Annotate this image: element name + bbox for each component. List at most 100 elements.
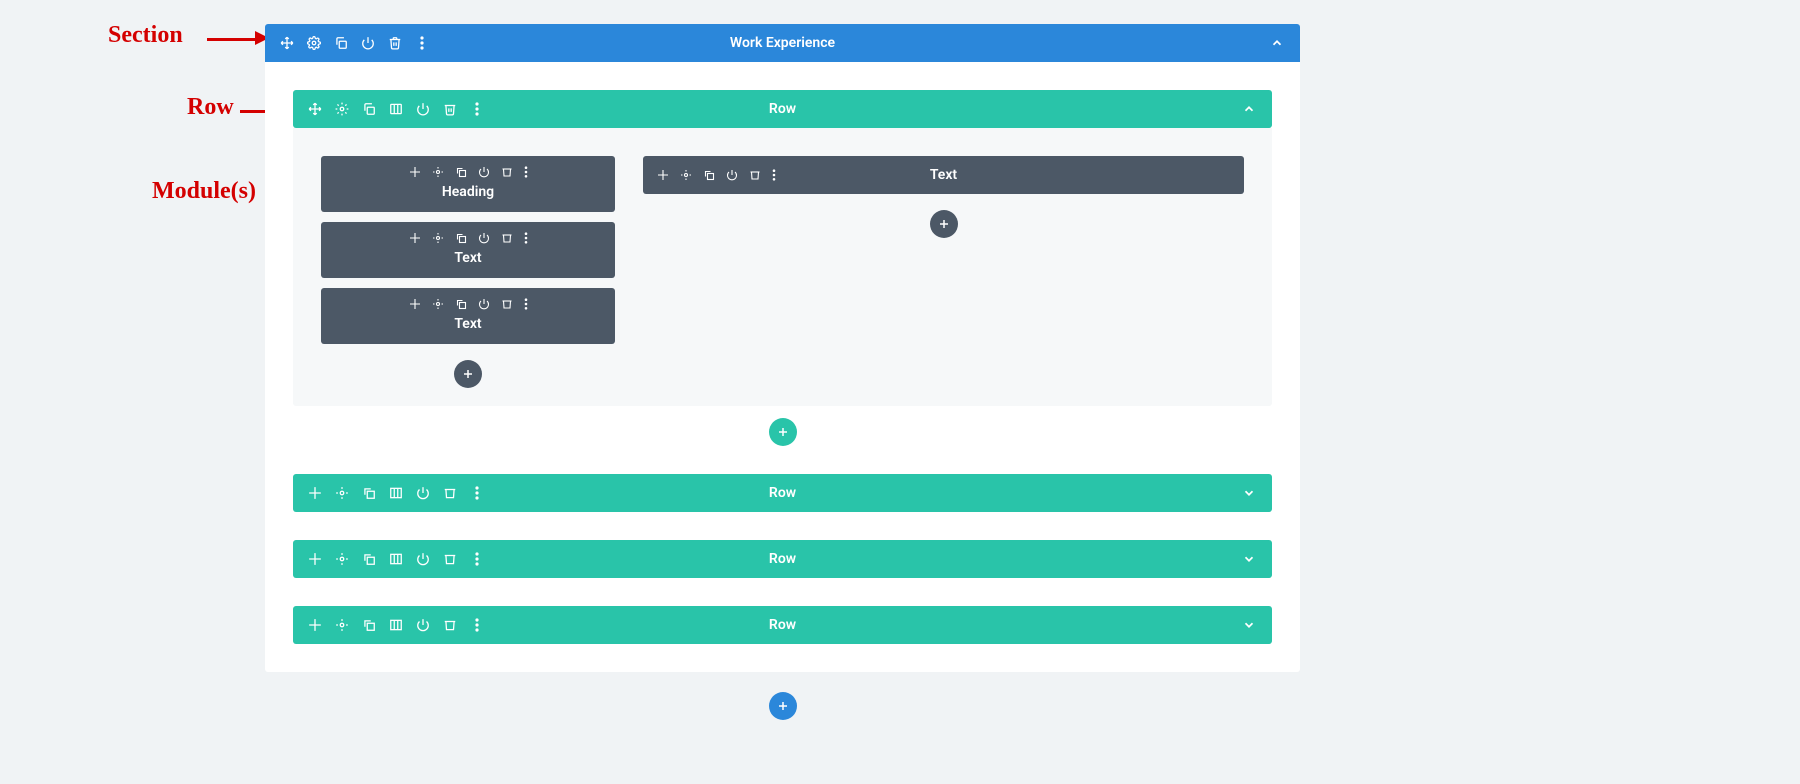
gear-icon[interactable] [432, 298, 444, 310]
trash-icon[interactable] [387, 35, 403, 51]
trash-icon[interactable] [442, 617, 458, 633]
duplicate-icon[interactable] [361, 485, 377, 501]
power-icon[interactable] [415, 485, 431, 501]
move-icon[interactable] [409, 298, 421, 310]
module-text[interactable]: Text [321, 288, 615, 344]
annotation-modules: Module(s) [152, 178, 256, 205]
move-icon[interactable] [307, 485, 323, 501]
more-icon[interactable] [469, 617, 485, 633]
row-header[interactable]: Row [293, 540, 1272, 578]
module-toolbar [321, 298, 615, 310]
trash-icon[interactable] [749, 169, 761, 181]
chevron-up-icon[interactable] [1240, 100, 1258, 118]
gear-icon[interactable] [306, 35, 322, 51]
duplicate-icon[interactable] [703, 169, 715, 181]
column-right: Text [643, 156, 1244, 388]
section-header[interactable]: Work Experience [265, 24, 1300, 62]
add-section-button[interactable] [769, 692, 797, 720]
chevron-up-icon[interactable] [1268, 34, 1286, 52]
power-icon[interactable] [415, 551, 431, 567]
module-label: Text [321, 250, 615, 266]
module-text[interactable]: Text [643, 156, 1244, 194]
gear-icon[interactable] [334, 551, 350, 567]
section-toolbar [265, 35, 430, 51]
chevron-down-icon[interactable] [1240, 484, 1258, 502]
more-icon[interactable] [772, 169, 776, 181]
move-icon[interactable] [657, 169, 669, 181]
power-icon[interactable] [415, 617, 431, 633]
row-collapsed: Row [293, 474, 1272, 512]
row-toolbar [293, 485, 485, 501]
trash-icon[interactable] [501, 166, 513, 178]
section-body: Row Heading [265, 62, 1300, 672]
power-icon[interactable] [478, 166, 490, 178]
move-icon[interactable] [279, 35, 295, 51]
more-icon[interactable] [524, 298, 528, 310]
add-row-button[interactable] [769, 418, 797, 446]
module-heading[interactable]: Heading [321, 156, 615, 212]
trash-icon[interactable] [442, 101, 458, 117]
module-toolbar [321, 232, 615, 244]
duplicate-icon[interactable] [455, 166, 467, 178]
gear-icon[interactable] [334, 617, 350, 633]
gear-icon[interactable] [334, 101, 350, 117]
annotation-row: Row [187, 94, 234, 121]
more-icon[interactable] [469, 485, 485, 501]
duplicate-icon[interactable] [455, 232, 467, 244]
columns-icon[interactable] [388, 101, 404, 117]
row-header[interactable]: Row [293, 606, 1272, 644]
move-icon[interactable] [307, 101, 323, 117]
chevron-down-icon[interactable] [1240, 616, 1258, 634]
gear-icon[interactable] [680, 169, 692, 181]
move-icon[interactable] [409, 232, 421, 244]
duplicate-icon[interactable] [361, 101, 377, 117]
power-icon[interactable] [360, 35, 376, 51]
more-icon[interactable] [469, 551, 485, 567]
trash-icon[interactable] [442, 485, 458, 501]
module-label: Heading [321, 184, 615, 200]
columns-icon[interactable] [388, 617, 404, 633]
trash-icon[interactable] [501, 232, 513, 244]
trash-icon[interactable] [442, 551, 458, 567]
move-icon[interactable] [307, 617, 323, 633]
row-header[interactable]: Row [293, 474, 1272, 512]
module-toolbar [321, 166, 615, 178]
columns-icon[interactable] [388, 485, 404, 501]
annotation-section: Section [108, 22, 183, 49]
duplicate-icon[interactable] [361, 617, 377, 633]
row-header[interactable]: Row [293, 90, 1272, 128]
row-body: Heading Text [293, 128, 1272, 406]
row-toolbar [293, 101, 485, 117]
row-collapsed: Row [293, 540, 1272, 578]
trash-icon[interactable] [501, 298, 513, 310]
row-toolbar [293, 617, 485, 633]
add-module-button[interactable] [930, 210, 958, 238]
more-icon[interactable] [469, 101, 485, 117]
column-left: Heading Text [321, 156, 615, 388]
duplicate-icon[interactable] [333, 35, 349, 51]
chevron-down-icon[interactable] [1240, 550, 1258, 568]
add-module-button[interactable] [454, 360, 482, 388]
duplicate-icon[interactable] [361, 551, 377, 567]
power-icon[interactable] [415, 101, 431, 117]
module-text[interactable]: Text [321, 222, 615, 278]
power-icon[interactable] [478, 298, 490, 310]
columns-icon[interactable] [388, 551, 404, 567]
power-icon[interactable] [726, 169, 738, 181]
module-label: Text [321, 316, 615, 332]
builder-canvas: Work Experience Row [265, 24, 1300, 720]
add-row-wrap [293, 412, 1272, 446]
more-icon[interactable] [524, 232, 528, 244]
power-icon[interactable] [478, 232, 490, 244]
row-toolbar [293, 551, 485, 567]
gear-icon[interactable] [334, 485, 350, 501]
row-collapsed: Row [293, 606, 1272, 644]
gear-icon[interactable] [432, 232, 444, 244]
duplicate-icon[interactable] [455, 298, 467, 310]
more-icon[interactable] [524, 166, 528, 178]
move-icon[interactable] [409, 166, 421, 178]
arrow-line [207, 38, 257, 41]
move-icon[interactable] [307, 551, 323, 567]
more-icon[interactable] [414, 35, 430, 51]
gear-icon[interactable] [432, 166, 444, 178]
